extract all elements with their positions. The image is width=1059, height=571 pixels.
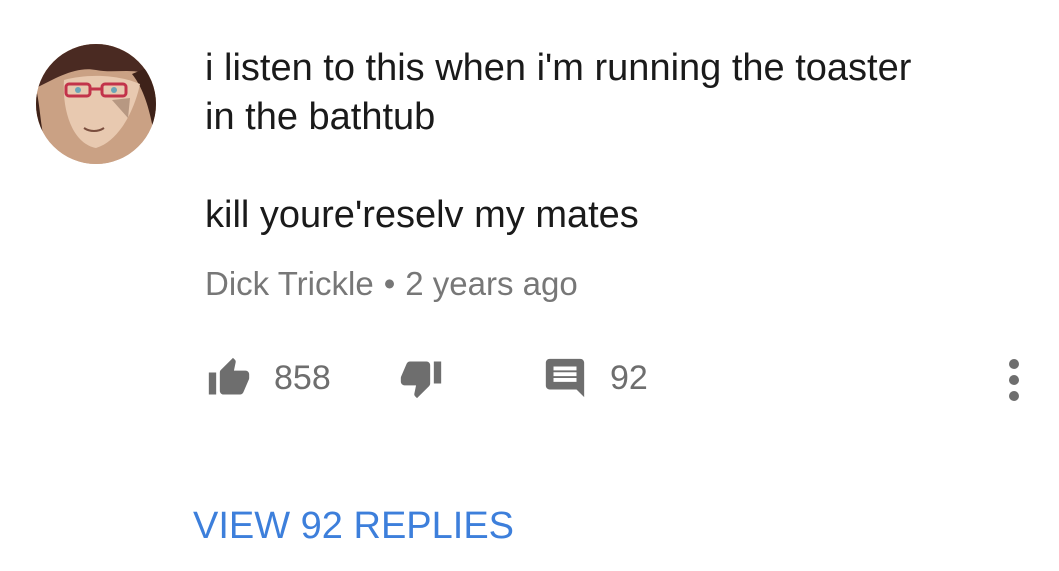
more-vertical-icon [1007,356,1021,404]
comment-meta: Dick Trickle • 2 years ago [205,262,578,306]
comment-line: kill youre'reselv my mates [205,194,639,236]
comment-text: i listen to this when i'm running the to… [205,44,1025,240]
more-options-button[interactable] [1000,356,1028,404]
avatar[interactable] [36,44,156,164]
reply-button[interactable]: 92 [542,354,648,402]
thumb-up-icon [206,356,252,400]
dislike-button[interactable] [398,354,444,402]
meta-separator: • [383,265,396,302]
like-count: 858 [274,358,331,397]
thumb-down-icon [398,356,444,400]
comment-line: i listen to this when i'm running the to… [205,47,912,89]
author-name[interactable]: Dick Trickle [205,265,374,302]
reply-count: 92 [610,358,648,397]
avatar-image [36,44,156,164]
comment-timestamp: 2 years ago [405,265,578,302]
view-replies-link[interactable]: VIEW 92 REPLIES [193,503,514,549]
like-button[interactable]: 858 [206,354,331,402]
comment-line: in the bathtub [205,96,436,138]
comment-paragraph-gap [205,142,1025,191]
comment-icon [542,355,588,401]
